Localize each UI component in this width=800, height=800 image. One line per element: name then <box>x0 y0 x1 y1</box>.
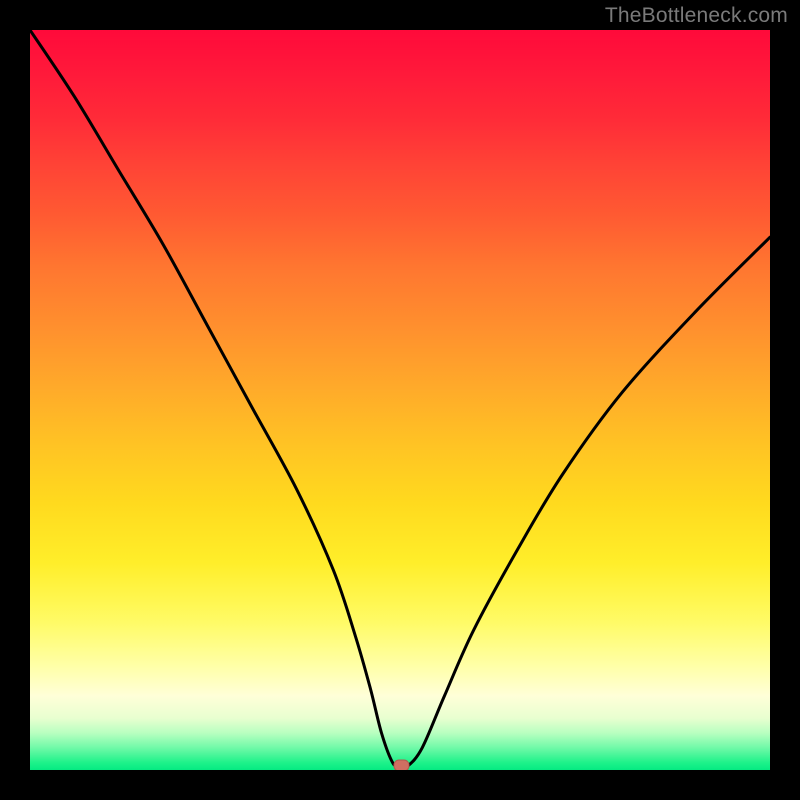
chart-svg <box>30 30 770 770</box>
chart-frame: TheBottleneck.com <box>0 0 800 800</box>
watermark-text: TheBottleneck.com <box>605 4 788 28</box>
plot-area <box>30 30 770 770</box>
bottleneck-curve <box>30 30 770 768</box>
current-config-marker <box>394 760 409 770</box>
